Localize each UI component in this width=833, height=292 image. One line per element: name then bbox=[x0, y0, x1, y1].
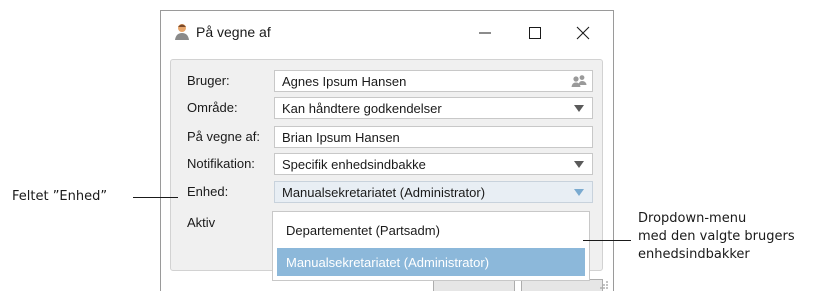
dropdown-option[interactable]: Departementet (Partsadm) bbox=[277, 216, 585, 244]
paa-vegne-af-value: Brian Ipsum Hansen bbox=[282, 130, 400, 145]
dropdown-option-selected[interactable]: Manualsekretariatet (Administrator) bbox=[277, 248, 585, 276]
bruger-value: Agnes Ipsum Hansen bbox=[282, 74, 407, 89]
minimize-icon bbox=[479, 32, 491, 34]
window-title: På vegne af bbox=[196, 24, 271, 40]
enhed-combobox[interactable]: Manualsekretariatet (Administrator) bbox=[274, 181, 593, 203]
notifikation-label: Notifikation: bbox=[187, 156, 255, 171]
resize-grip-icon[interactable] bbox=[597, 280, 609, 290]
paa-vegne-af-label: På vegne af: bbox=[187, 129, 260, 144]
annotation-dropdown-line-1: Dropdown-menu bbox=[638, 211, 747, 226]
maximize-icon bbox=[529, 27, 541, 39]
close-icon bbox=[576, 26, 590, 40]
notifikation-value: Specifik enhedsindbakke bbox=[282, 157, 426, 172]
annotation-line-right bbox=[583, 240, 631, 241]
annotation-dropdown-line-3: enhedsindbakker bbox=[638, 247, 750, 262]
aktiv-label: Aktiv bbox=[187, 215, 216, 230]
dropdown-option-label: Departementet (Partsadm) bbox=[286, 223, 440, 238]
minimize-button[interactable] bbox=[463, 11, 507, 55]
dropdown-arrow-icon[interactable] bbox=[574, 161, 584, 169]
enhed-value: Manualsekretariatet (Administrator) bbox=[282, 185, 486, 200]
enhed-dropdown-list: Departementet (Partsadm) Manualsekretari… bbox=[272, 211, 590, 281]
users-icon[interactable] bbox=[571, 74, 587, 88]
annotation-line-left bbox=[133, 197, 178, 198]
dropdown-option-label: Manualsekretariatet (Administrator) bbox=[286, 255, 490, 270]
bruger-field[interactable]: Agnes Ipsum Hansen bbox=[274, 70, 593, 92]
notifikation-combobox[interactable]: Specifik enhedsindbakke bbox=[274, 153, 593, 175]
omraade-label: Område: bbox=[187, 100, 238, 115]
annotation-enhed-field: Feltet ”Enhed” bbox=[12, 189, 108, 204]
close-button[interactable] bbox=[561, 11, 605, 55]
user-icon bbox=[175, 24, 189, 40]
bruger-label: Bruger: bbox=[187, 73, 230, 88]
dropdown-arrow-icon[interactable] bbox=[574, 105, 584, 113]
omraade-value: Kan håndtere godkendelser bbox=[282, 101, 442, 116]
dropdown-arrow-icon[interactable] bbox=[574, 189, 584, 197]
paa-vegne-af-field[interactable]: Brian Ipsum Hansen bbox=[274, 126, 593, 148]
omraade-combobox[interactable]: Kan håndtere godkendelser bbox=[274, 97, 593, 119]
annotation-dropdown-line-2: med den valgte brugers bbox=[638, 229, 795, 244]
maximize-button[interactable] bbox=[513, 11, 557, 55]
enhed-label: Enhed: bbox=[187, 184, 229, 199]
title-bar[interactable]: På vegne af bbox=[161, 11, 613, 55]
